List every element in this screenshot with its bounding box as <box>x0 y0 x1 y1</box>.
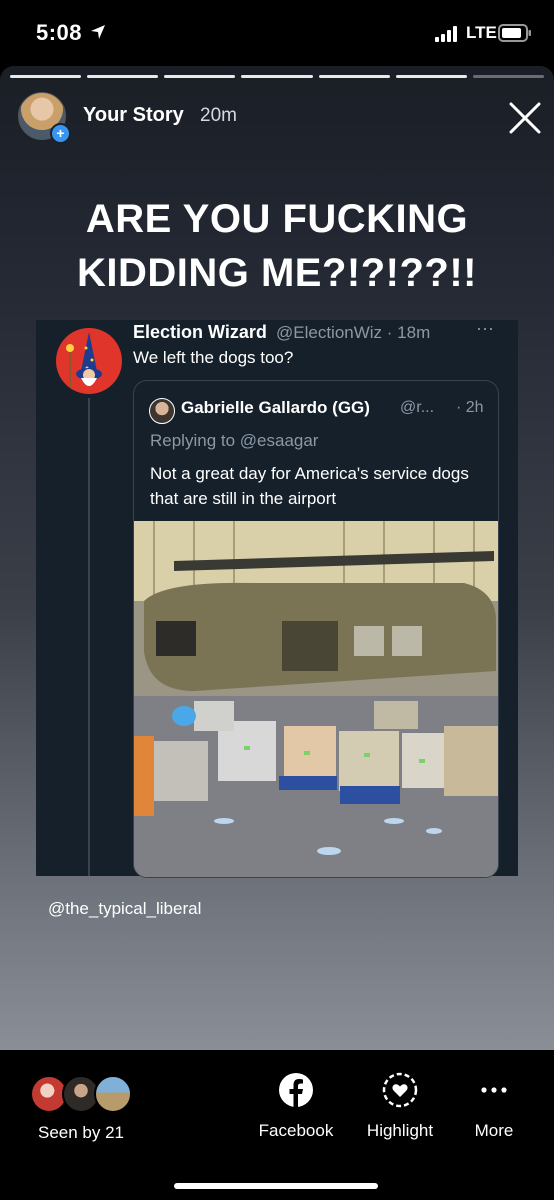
more-dots-icon <box>481 1087 507 1093</box>
seen-by-count[interactable]: Seen by 21 <box>38 1123 124 1143</box>
hangar-photo <box>134 521 498 877</box>
tweet-author-name: Election Wizard <box>133 322 267 342</box>
story-progress-bar <box>10 75 544 78</box>
more-dots-icon: ··· <box>476 318 494 338</box>
story-username[interactable]: Your Story <box>83 104 184 127</box>
quoted-author-handle: @r... <box>400 399 435 416</box>
home-indicator <box>174 1183 378 1189</box>
story-bottom-bar: Seen by 21 Facebook Highlight More <box>0 1050 554 1200</box>
progress-segment <box>164 75 236 78</box>
network-type: LTE <box>466 23 497 42</box>
progress-segment <box>472 75 544 78</box>
progress-segment <box>87 75 159 78</box>
caption-line: ARE YOU FUCKING <box>85 197 469 241</box>
facebook-icon <box>279 1073 313 1107</box>
action-label: Highlight <box>366 1121 434 1140</box>
viewer-avatar[interactable] <box>94 1075 132 1113</box>
close-icon[interactable] <box>505 98 545 138</box>
status-time: 5:08 <box>36 20 83 45</box>
story-timestamp: 20m <box>200 105 237 126</box>
highlight-button[interactable]: Highlight <box>360 1072 440 1141</box>
tweet-text: We left the dogs too? <box>133 348 294 367</box>
quoted-author-name: Gabrielle Gallardo (GG) <box>181 398 370 417</box>
signal-bars-icon <box>435 26 457 42</box>
quoted-text: Not a great day for America's service do… <box>150 464 469 508</box>
thread-line <box>88 398 90 876</box>
action-label: More <box>474 1121 514 1140</box>
highlight-heart-icon <box>382 1072 418 1108</box>
more-button[interactable]: More <box>464 1072 524 1141</box>
progress-segment <box>10 75 82 78</box>
tweet-author-handle: @ElectionWiz · 18m <box>276 323 431 342</box>
tweet-screenshot: Election Wizard @ElectionWiz · 18m ··· W… <box>36 318 518 878</box>
action-label: Facebook <box>258 1121 334 1140</box>
quoted-time: · 2h <box>456 399 484 416</box>
status-bar: 5:08 LTE <box>0 0 554 66</box>
mention-sticker[interactable]: @the_typical_liberal <box>48 899 201 919</box>
facebook-button[interactable]: Facebook <box>256 1072 336 1141</box>
quoted-avatar <box>149 398 175 424</box>
location-arrow-icon <box>91 25 105 39</box>
story-caption: ARE YOU FUCKING KIDDING ME?!?!??!! <box>0 192 554 300</box>
wizard-avatar <box>56 328 122 394</box>
add-story-icon[interactable]: + <box>50 123 71 144</box>
battery-icon <box>498 24 531 42</box>
replying-to: Replying to @esaagar <box>150 431 319 450</box>
progress-segment <box>395 75 467 78</box>
story-viewer[interactable]: + Your Story 20m ARE YOU FUCKING KIDDING… <box>0 66 554 1050</box>
progress-segment <box>241 75 313 78</box>
quoted-tweet: Gabrielle Gallardo (GG) @r... · 2h Reply… <box>133 380 499 878</box>
caption-line: KIDDING ME?!?!??!! <box>76 251 477 295</box>
progress-segment <box>318 75 390 78</box>
